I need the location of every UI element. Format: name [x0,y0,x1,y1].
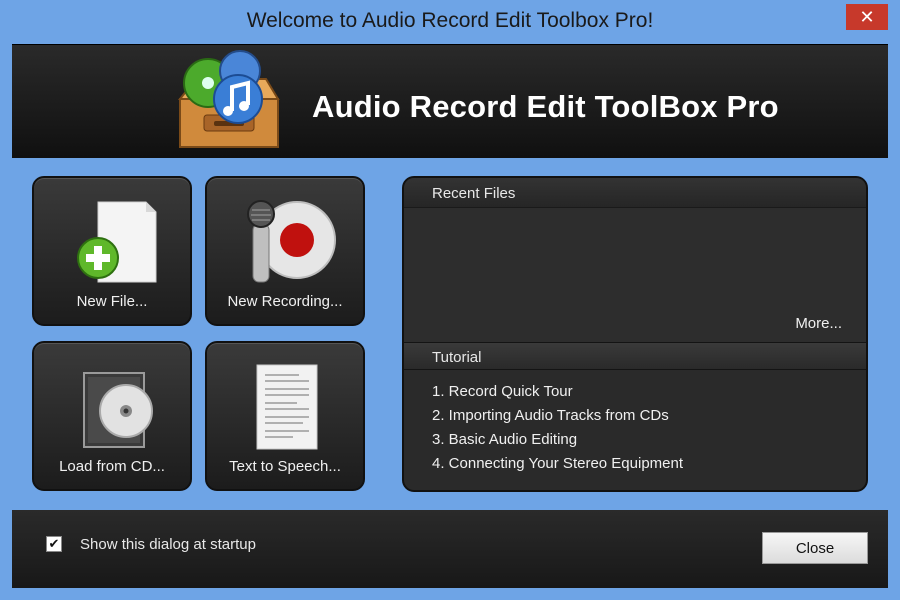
document-icon [256,364,318,450]
new-recording-label: New Recording... [227,293,343,310]
app-name: Audio Record Edit ToolBox Pro [312,89,779,124]
tutorial-item[interactable]: 2. Importing Audio Tracks from CDs [432,404,866,428]
load-from-cd-label: Load from CD... [59,458,165,475]
new-file-label: New File... [76,293,148,310]
load-from-cd-button[interactable]: Load from CD... [32,341,192,491]
new-recording-button[interactable]: New Recording... [205,176,365,326]
recent-files-heading: Recent Files [404,178,866,208]
tutorial-item[interactable]: 1. Record Quick Tour [432,380,866,404]
tutorial-list: 1. Record Quick Tour 2. Importing Audio … [404,370,866,476]
footer: ✔ Show this dialog at startup Close [12,510,888,588]
recent-files-list: More... [404,208,866,342]
cd-case-icon [83,372,153,448]
tutorial-item[interactable]: 4. Connecting Your Stereo Equipment [432,452,866,476]
more-link[interactable]: More... [795,315,842,332]
window-close-button[interactable]: ✕ [846,4,888,30]
text-to-speech-button[interactable]: Text to Speech... [205,341,365,491]
close-button[interactable]: Close [762,532,868,564]
title-bar: Welcome to Audio Record Edit Toolbox Pro… [0,0,900,44]
tutorial-heading: Tutorial [404,342,866,370]
music-drawer-icon [177,50,280,148]
show-at-startup-checkbox[interactable]: ✔ [46,536,62,552]
show-at-startup-label: Show this dialog at startup [80,536,256,553]
tutorial-item[interactable]: 3. Basic Audio Editing [432,428,866,452]
main-area: New File... New Recording... Load from C… [12,158,888,510]
new-file-button[interactable]: New File... [32,176,192,326]
new-file-icon [77,201,157,283]
window-title: Welcome to Audio Record Edit Toolbox Pro… [246,9,654,32]
banner: Audio Record Edit ToolBox Pro [12,44,888,158]
text-to-speech-label: Text to Speech... [229,458,341,475]
info-panel: Recent Files More... Tutorial 1. Record … [402,176,868,492]
window-frame-bottom [0,588,900,600]
microphone-record-icon [247,200,336,283]
